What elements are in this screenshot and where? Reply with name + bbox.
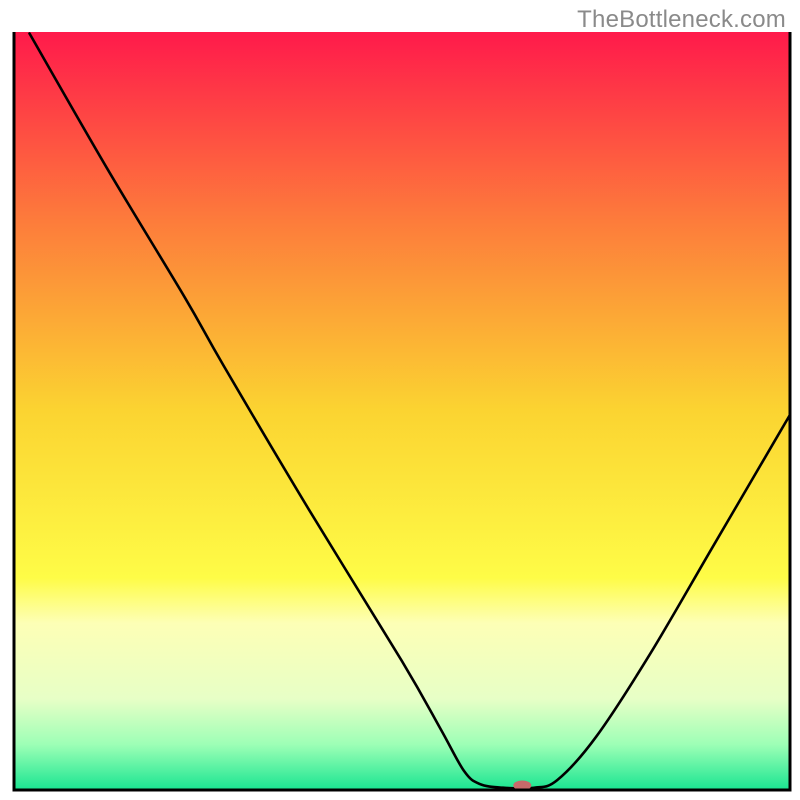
gradient-background (14, 32, 790, 790)
chart-svg (0, 0, 800, 800)
watermark-text: TheBottleneck.com (577, 6, 786, 34)
chart-container: TheBottleneck.com (0, 0, 800, 800)
plot-area (14, 32, 790, 790)
